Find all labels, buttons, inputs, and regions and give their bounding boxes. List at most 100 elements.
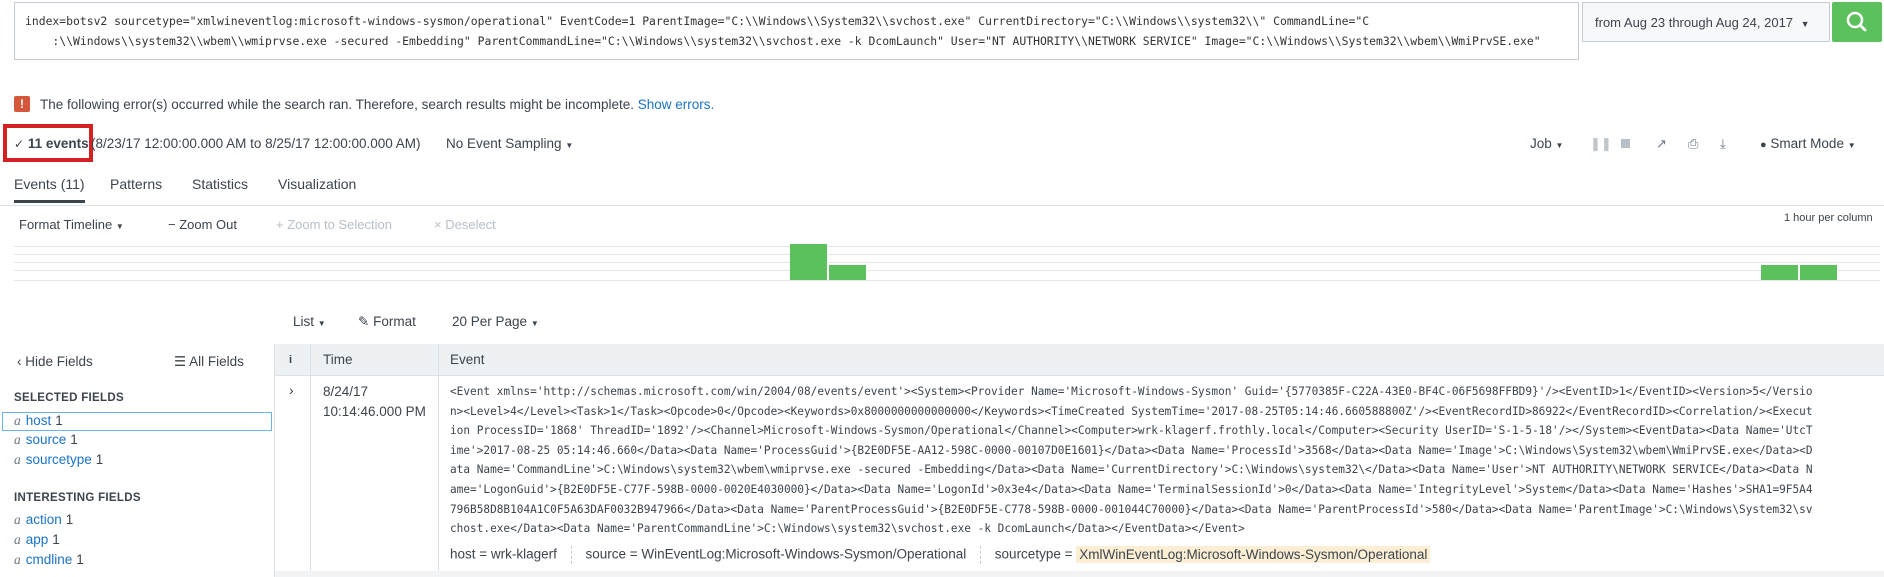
event-count[interactable]: ✓ 11 events	[14, 136, 89, 151]
tabs-divider	[0, 205, 1884, 206]
field-name: host	[25, 413, 52, 428]
search-mode-label: Smart Mode	[1770, 136, 1844, 151]
event-column-header: Event	[450, 352, 485, 367]
timeline-gridline	[14, 246, 1880, 247]
field-type: a	[14, 512, 21, 527]
source-value: WinEventLog:Microsoft-Windows-Sysmon/Ope…	[641, 546, 967, 562]
sidebar-divider	[274, 344, 275, 577]
show-errors-link[interactable]: Show errors.	[638, 97, 715, 112]
format-timeline-dropdown[interactable]: Format Timeline ▼	[19, 217, 124, 232]
format-label: Format	[373, 314, 416, 329]
field-count: 1	[76, 552, 84, 567]
field-name: source	[25, 432, 67, 447]
timeline-bar[interactable]	[829, 265, 867, 280]
time-range-picker[interactable]: from Aug 23 through Aug 24, 2017 ▼	[1582, 2, 1830, 42]
field-app[interactable]: a app 1	[14, 532, 60, 548]
next-row-strip	[275, 571, 1884, 577]
column-divider	[438, 344, 439, 577]
sourcetype-meta[interactable]: sourcetype = XmlWinEventLog:Microsoft-Wi…	[994, 545, 1431, 563]
timeline-bar[interactable]	[1761, 265, 1799, 280]
info-column-header: i	[289, 354, 293, 366]
sourcetype-key: sourcetype =	[994, 546, 1073, 562]
time-column-header[interactable]: Time	[323, 352, 353, 367]
field-cmdline[interactable]: a cmdline 1	[14, 552, 84, 568]
source-meta[interactable]: source = WinEventLog:Microsoft-Windows-S…	[585, 547, 966, 562]
export-icon[interactable]: ⤓	[1720, 136, 1726, 152]
deselect-button[interactable]: × Deselect	[434, 217, 496, 232]
chevron-left-icon: ‹	[17, 354, 22, 369]
host-key: host =	[450, 546, 488, 562]
pause-icon[interactable]: ❚❚	[1590, 136, 1612, 152]
event-sampling-dropdown[interactable]: No Event Sampling ▼	[446, 136, 573, 151]
tab-statistics[interactable]: Statistics	[192, 176, 248, 192]
tab-events[interactable]: Events (11)	[14, 176, 85, 203]
time-range-label: from Aug 23 through Aug 24, 2017	[1595, 15, 1794, 30]
field-count: 1	[70, 432, 78, 447]
hide-fields-label: Hide Fields	[25, 354, 93, 369]
job-menu[interactable]: Job ▼	[1530, 136, 1563, 151]
field-type: a	[14, 432, 21, 447]
search-date-range: (8/23/17 12:00:00.000 AM to 8/25/17 12:0…	[91, 136, 421, 151]
zoom-out-label: Zoom Out	[179, 217, 238, 232]
per-page-dropdown[interactable]: 20 Per Page ▼	[452, 314, 539, 329]
timeline-gridline	[14, 262, 1880, 263]
field-host[interactable]: a host 1	[2, 412, 272, 431]
field-type: a	[14, 532, 21, 547]
timeline-gridline	[14, 254, 1880, 255]
job-label: Job	[1530, 136, 1552, 151]
field-name: action	[25, 512, 62, 527]
field-name: cmdline	[25, 552, 73, 567]
timeline-bar[interactable]	[790, 244, 828, 280]
field-action[interactable]: a action 1	[14, 512, 73, 528]
chevron-down-icon: ▼	[530, 319, 539, 328]
share-icon[interactable]: ↗	[1656, 136, 1667, 152]
search-input[interactable]: index=botsv2 sourcetype="xmlwineventlog:…	[14, 2, 1579, 60]
stop-icon[interactable]	[1621, 136, 1630, 151]
chevron-down-icon: ▼	[317, 319, 326, 328]
event-raw-text[interactable]: <Event xmlns='http://schemas.microsoft.c…	[450, 382, 1880, 539]
event-timestamp: 10:14:46.000 PM	[323, 404, 426, 419]
expand-row-icon[interactable]: ›	[289, 382, 294, 398]
results-table-header: i Time Event	[275, 344, 1884, 376]
event-date: 8/24/17	[323, 384, 369, 399]
interesting-fields-heading: INTERESTING FIELDS	[14, 492, 141, 504]
list-view-dropdown[interactable]: List ▼	[293, 314, 326, 329]
field-sourcetype[interactable]: a sourcetype 1	[14, 452, 103, 468]
pencil-icon: ✎	[358, 314, 370, 329]
tab-visualization[interactable]: Visualization	[278, 176, 356, 192]
zoom-out-button[interactable]: − Zoom Out	[168, 217, 237, 232]
zoom-to-selection-button[interactable]: + Zoom to Selection	[276, 217, 392, 232]
source-key: source =	[585, 546, 638, 562]
tab-patterns[interactable]: Patterns	[110, 176, 162, 192]
error-message: The following error(s) occurred while th…	[40, 97, 714, 112]
chevron-down-icon: ▼	[1800, 19, 1810, 29]
zoom-selection-label: Zoom to Selection	[287, 217, 392, 232]
field-source[interactable]: a source 1	[14, 432, 78, 448]
sourcetype-value: XmlWinEventLog:Microsoft-Windows-Sysmon/…	[1076, 545, 1431, 563]
error-message-text: The following error(s) occurred while th…	[40, 97, 635, 112]
all-fields-label: All Fields	[189, 354, 244, 369]
chevron-down-icon: ▼	[565, 141, 574, 150]
format-button[interactable]: ✎ Format	[358, 314, 416, 330]
list-label: List	[293, 314, 315, 329]
timeline-chart[interactable]	[14, 240, 1880, 284]
field-type: a	[14, 552, 21, 567]
plus-icon: +	[276, 217, 284, 232]
chevron-down-icon: ▼	[115, 222, 124, 231]
timeline-scale-label: 1 hour per column	[1784, 212, 1873, 224]
host-value: wrk-klagerf	[490, 546, 557, 562]
close-icon: ×	[434, 217, 442, 232]
event-count-label: 11 events	[27, 136, 89, 151]
timeline-bar[interactable]	[1800, 265, 1838, 280]
format-timeline-label: Format Timeline	[19, 217, 113, 232]
hide-fields-button[interactable]: ‹ Hide Fields	[17, 354, 93, 369]
search-mode-dropdown[interactable]: ● Smart Mode ▼	[1760, 136, 1856, 151]
field-type: a	[14, 413, 21, 428]
field-count: 1	[95, 452, 104, 467]
all-fields-button[interactable]: ☰ All Fields	[174, 354, 244, 370]
search-icon	[1846, 11, 1867, 32]
print-icon[interactable]: ⎙	[1688, 136, 1698, 152]
search-button[interactable]	[1832, 2, 1882, 42]
host-meta[interactable]: host = wrk-klagerf	[450, 547, 557, 562]
meta-separator	[980, 546, 982, 564]
